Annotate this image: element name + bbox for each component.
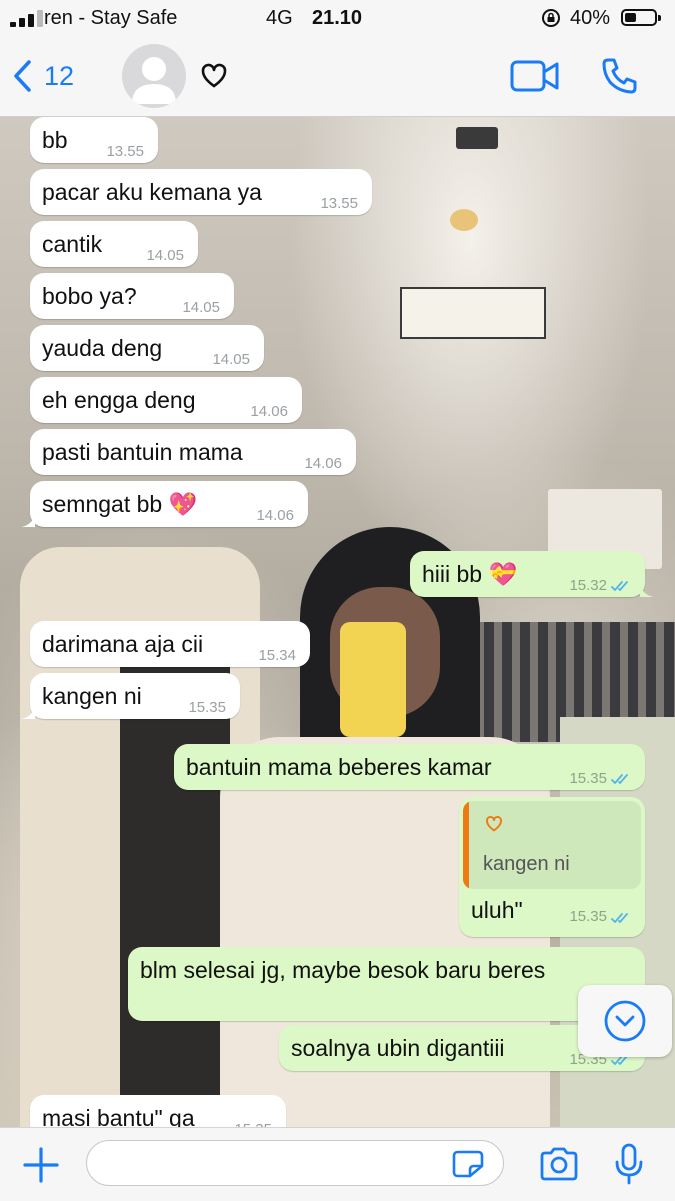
outgoing-message-bubble[interactable]: blm selesai jg, maybe besok baru beres15	[128, 947, 645, 1021]
rotation-lock-icon	[542, 9, 560, 27]
incoming-message-bubble[interactable]: darimana aja cii 15.34	[30, 621, 310, 667]
clock: 21.10	[312, 7, 363, 29]
message-text: semngat bb 💖	[42, 491, 198, 517]
chevron-down-circle-icon	[604, 1000, 646, 1042]
heart-icon	[485, 815, 503, 832]
reply-message-bubble[interactable]: kangen ni uluh" 15.35	[459, 797, 645, 937]
message-text: darimana aja cii	[42, 631, 204, 657]
message-time: 15.32	[569, 577, 607, 594]
incoming-message-bubble[interactable]: bb 13.55	[30, 117, 158, 163]
wallpaper-sign	[400, 287, 546, 339]
contact-avatar[interactable]	[122, 44, 186, 108]
wallpaper-lamp	[450, 209, 478, 231]
scroll-to-bottom-button[interactable]	[578, 985, 672, 1057]
incoming-message-bubble[interactable]: eh engga deng 14.06	[30, 377, 302, 423]
incoming-message-bubble[interactable]: pasti bantuin mama 14.06	[30, 429, 356, 475]
message-text: bantuin mama beberes kamar	[186, 754, 492, 780]
wallpaper-phone	[340, 622, 406, 737]
message-text: kangen ni	[42, 683, 142, 709]
network-type: 4G	[266, 7, 293, 29]
message-text: yauda deng	[42, 335, 163, 361]
quoted-message[interactable]: kangen ni	[463, 801, 641, 889]
sticker-icon[interactable]	[452, 1150, 484, 1178]
plus-icon[interactable]	[22, 1146, 60, 1184]
message-text: bobo ya?	[42, 283, 137, 309]
person-icon	[132, 57, 176, 104]
message-text: bb	[42, 127, 68, 153]
message-text: pasti bantuin mama	[42, 439, 243, 465]
message-time: 14.05	[146, 247, 184, 264]
bubble-tail	[21, 705, 35, 719]
message-time: 14.06	[250, 403, 288, 420]
message-text: uluh"	[471, 897, 523, 923]
message-text: blm selesai jg, maybe besok baru beres	[140, 957, 546, 983]
back-button[interactable]: 12	[12, 54, 74, 98]
incoming-message-bubble[interactable]: kangen ni 15.35	[21, 673, 240, 719]
message-time: 15.35	[188, 699, 226, 716]
message-time: 15.35	[569, 908, 607, 925]
chat-area[interactable]: bb 13.55 pacar aku kemana ya 13.55 cantik 14.…	[0, 117, 675, 1127]
message-time: 13.55	[320, 195, 358, 212]
microphone-icon[interactable]	[614, 1142, 644, 1186]
message-time: 14.05	[182, 299, 220, 316]
message-input-bar	[0, 1127, 675, 1201]
message-text: eh engga deng	[42, 387, 196, 413]
message-time: 14.06	[256, 507, 294, 524]
incoming-message-bubble[interactable]: masi bantu" ga15.35	[30, 1095, 286, 1127]
message-text: soalnya ubin digantiii	[291, 1035, 505, 1061]
message-time: 15.34	[258, 647, 296, 664]
battery-percent: 40%	[570, 7, 611, 29]
message-time: 15.35	[569, 770, 607, 787]
bubble-tail	[21, 513, 35, 527]
unread-count: 12	[44, 60, 75, 91]
message-text: pacar aku kemana ya	[42, 179, 262, 205]
chevron-left-icon	[14, 60, 31, 92]
camera-icon[interactable]	[538, 1146, 580, 1182]
message-text: masi bantu" ga	[42, 1105, 195, 1127]
signal-icon	[10, 9, 44, 27]
bubble-tail	[640, 583, 654, 597]
battery-icon	[621, 9, 661, 26]
phone-call-icon[interactable]	[600, 56, 640, 96]
read-ticks-icon	[611, 774, 628, 784]
message-text: hiii bb 💝	[422, 561, 518, 587]
message-time: 13.55	[106, 143, 144, 160]
outgoing-message-bubble[interactable]: hiii bb 💝 15.32	[410, 551, 654, 597]
incoming-message-bubble[interactable]: semngat bb 💖 14.06	[21, 481, 308, 527]
message-input[interactable]	[86, 1140, 504, 1186]
incoming-message-bubble[interactable]: bobo ya? 14.05	[30, 273, 234, 319]
message-time: 14.05	[212, 351, 250, 368]
video-call-icon[interactable]	[510, 58, 560, 94]
quote-accent-bar	[463, 801, 469, 889]
read-ticks-icon	[611, 581, 628, 591]
incoming-message-bubble[interactable]: yauda deng 14.05	[30, 325, 264, 371]
wallpaper-ceiling-light	[456, 127, 498, 149]
quoted-text: kangen ni	[483, 853, 570, 875]
chat-header: 12	[0, 38, 675, 117]
incoming-message-bubble[interactable]: cantik 14.05	[30, 221, 198, 267]
message-time: 14.06	[304, 455, 342, 472]
heart-icon[interactable]	[200, 62, 228, 90]
incoming-message-bubble[interactable]: pacar aku kemana ya 13.55	[30, 169, 372, 215]
message-text: cantik	[42, 231, 103, 257]
outgoing-message-bubble[interactable]: bantuin mama beberes kamar 15.35	[174, 744, 645, 790]
read-ticks-icon	[611, 913, 628, 923]
carrier-label: ren - Stay Safe	[44, 7, 178, 29]
status-bar: ren - Stay Safe 4G 21.10 40%	[0, 0, 675, 38]
